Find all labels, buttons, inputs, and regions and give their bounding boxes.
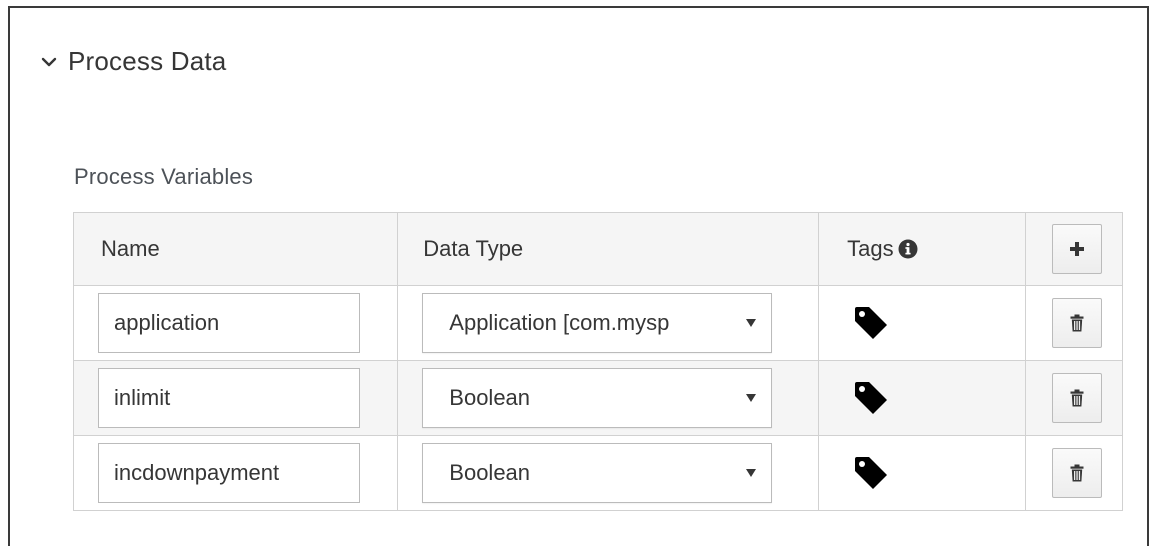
data-type-select[interactable]: Boolean: [422, 368, 773, 428]
plus-icon: [1069, 242, 1084, 256]
section-title: Process Data: [68, 46, 227, 76]
trash-icon: [1070, 464, 1084, 482]
column-header-name: Name: [72, 212, 399, 286]
caret-down-icon: [746, 469, 757, 477]
data-type-select[interactable]: Application [com.mysp: [422, 293, 773, 353]
trash-icon: [1070, 389, 1084, 407]
data-type-selected-value: Boolean: [449, 385, 531, 410]
tags-icon[interactable]: [853, 380, 889, 416]
data-type-selected-value: Application [com.mysp: [449, 310, 670, 335]
process-variables-table: Name Data Type Tags application Applicat…: [72, 212, 1124, 511]
tags-icon[interactable]: [853, 455, 889, 491]
caret-down-icon: [746, 394, 757, 402]
tags-header-label: Tags: [847, 236, 894, 261]
delete-variable-button[interactable]: [1051, 373, 1102, 423]
data-type-selected-value: Boolean: [449, 460, 531, 485]
column-header-data-type: Data Type: [397, 212, 820, 286]
trash-icon: [1070, 314, 1084, 332]
delete-variable-button[interactable]: [1051, 448, 1102, 498]
variable-name-input[interactable]: [98, 443, 360, 503]
table-header-row: Name Data Type Tags: [72, 212, 1124, 286]
add-variable-button[interactable]: [1051, 224, 1102, 274]
tags-icon[interactable]: [853, 305, 889, 341]
delete-variable-button[interactable]: [1051, 298, 1102, 348]
data-type-select[interactable]: Boolean: [422, 443, 773, 503]
variable-name-input[interactable]: [98, 293, 360, 353]
chevron-down-icon: [41, 57, 57, 66]
process-variables-label: Process Variables: [74, 164, 254, 189]
process-data-section-toggle[interactable]: Process Data: [38, 46, 226, 77]
column-header-tags: Tags: [818, 212, 1026, 286]
process-data-panel: Process Data Process Variables Name Data…: [8, 6, 1149, 546]
table-row: Boolean: [72, 360, 1124, 436]
column-header-actions: [1024, 212, 1124, 286]
info-circle-icon[interactable]: [898, 239, 918, 259]
variable-name-input[interactable]: [98, 368, 360, 428]
table-row: Application [com.mysp: [72, 285, 1124, 361]
caret-down-icon: [746, 319, 757, 327]
table-row: Boolean: [72, 435, 1124, 511]
